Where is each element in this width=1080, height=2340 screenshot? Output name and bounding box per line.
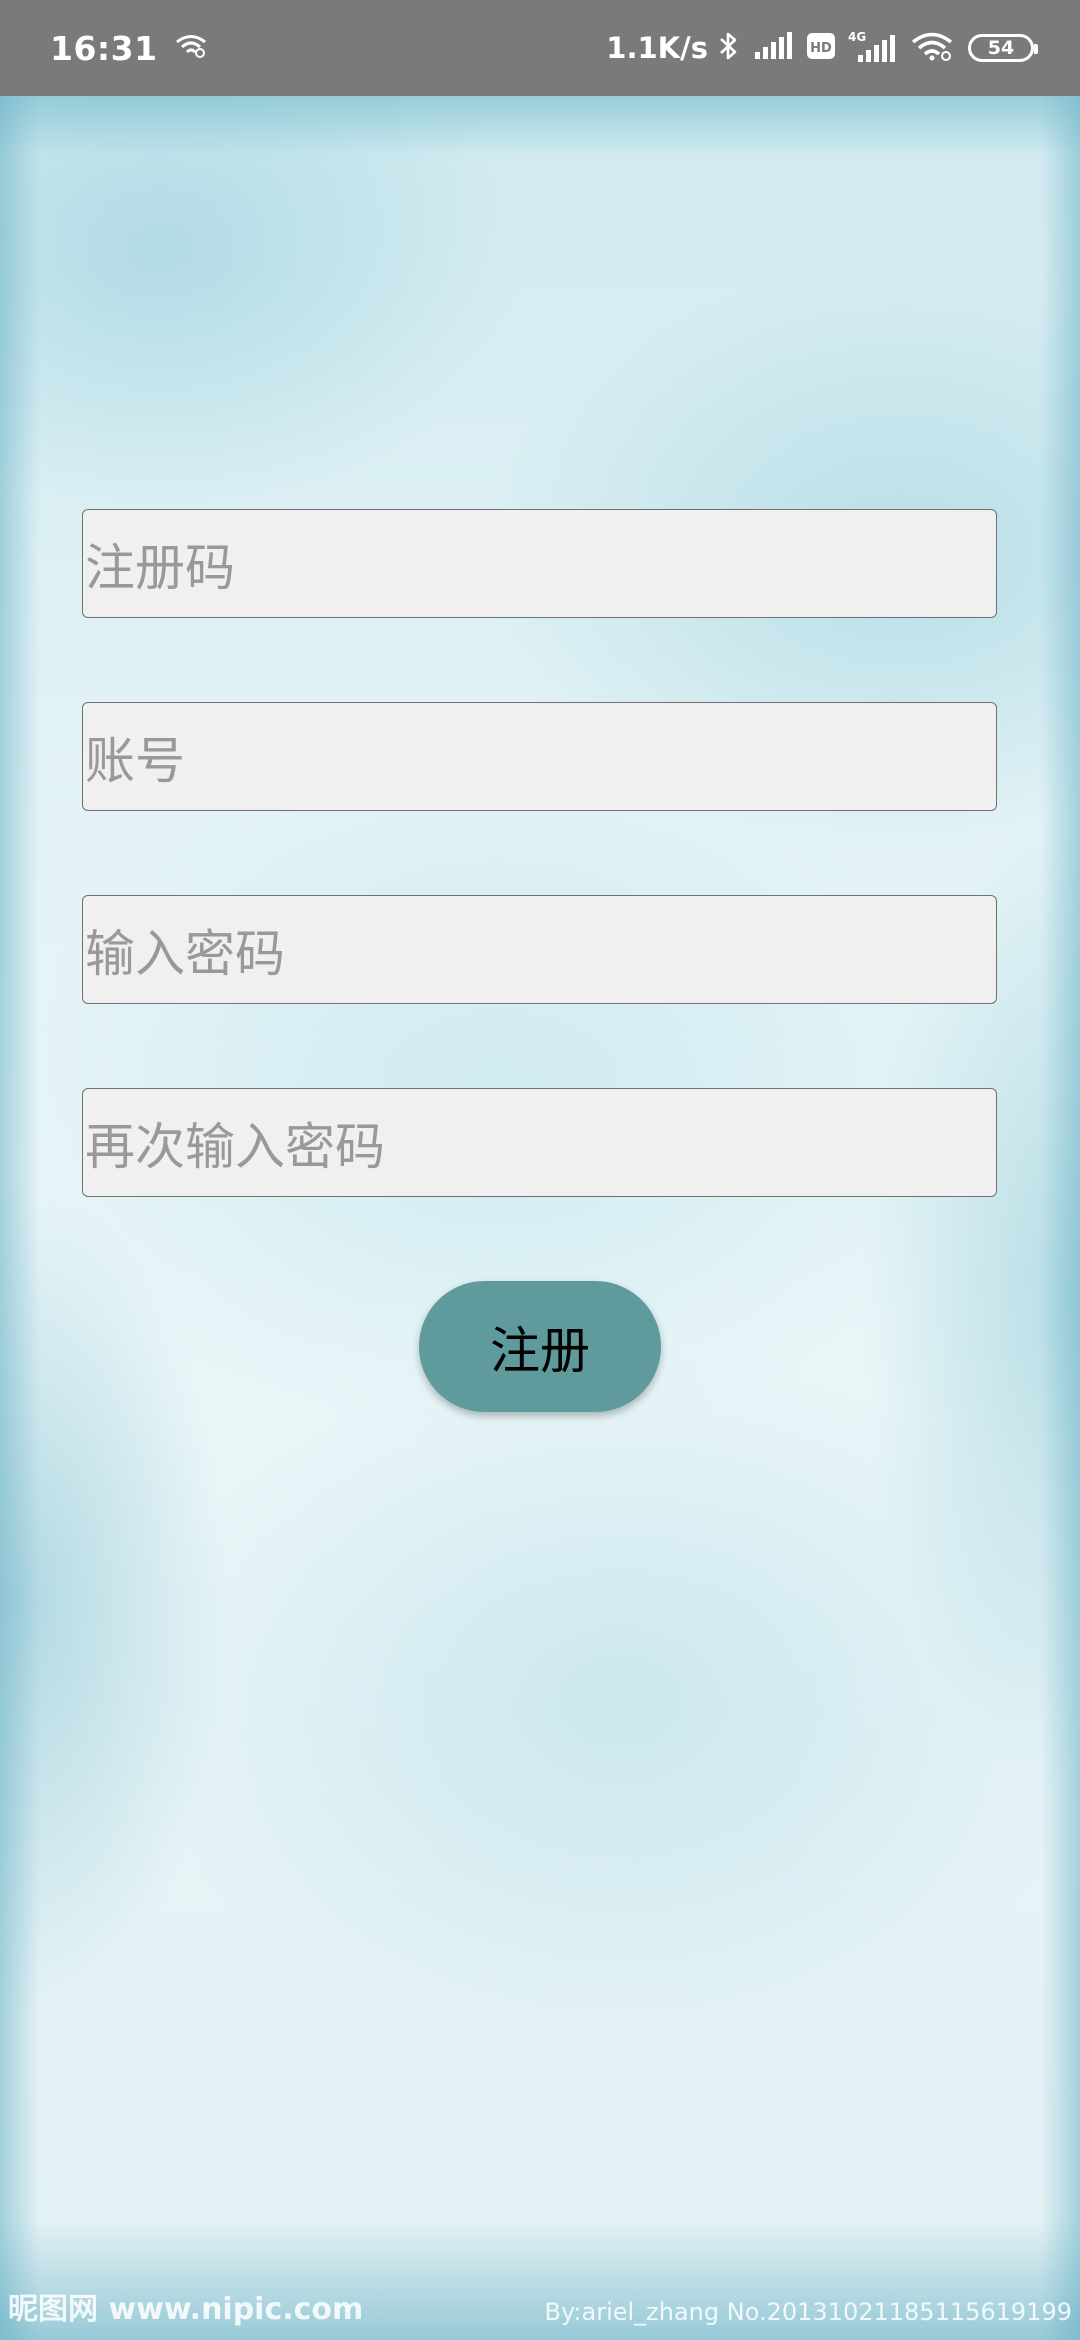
watercolor-edge-top (0, 96, 1080, 156)
screen: 16:31 1.1K/s HD 4G 54 注册码 账号 输入密码 再次输入密码… (0, 0, 1080, 2340)
watercolor-edge-left (0, 96, 40, 2340)
watermark-left: 昵图网 www.nipic.com (8, 2292, 364, 2327)
signal-icon (754, 32, 794, 64)
watermark-right: By:ariel_zhang No.20131021185115619199 (544, 2298, 1072, 2326)
account-input[interactable]: 账号 (82, 702, 997, 811)
password-placeholder: 输入密码 (85, 924, 285, 983)
4g-signal-icon: 4G (846, 29, 898, 67)
confirm-password-placeholder: 再次输入密码 (85, 1117, 385, 1176)
battery-level: 54 (987, 37, 1015, 59)
register-button-label: 注册 (490, 1321, 590, 1380)
status-time: 16:31 (50, 28, 158, 68)
confirm-password-input[interactable]: 再次输入密码 (82, 1088, 997, 1197)
watercolor-edge-right (1040, 96, 1080, 2340)
bluetooth-icon (718, 30, 740, 66)
svg-text:4G: 4G (848, 30, 866, 44)
register-button[interactable]: 注册 (419, 1281, 661, 1412)
wifi-icon (910, 31, 954, 65)
network-speed: 1.1K/s (606, 31, 708, 65)
registration-code-input[interactable]: 注册码 (82, 509, 997, 618)
wifi-hotspot-icon (174, 33, 208, 63)
svg-text:HD: HD (810, 41, 832, 56)
registration-code-placeholder: 注册码 (85, 538, 235, 597)
status-bar: 16:31 1.1K/s HD 4G 54 (0, 0, 1080, 96)
account-placeholder: 账号 (85, 731, 185, 790)
hd-icon: HD (806, 32, 836, 64)
battery-icon: 54 (968, 34, 1038, 62)
password-input[interactable]: 输入密码 (82, 895, 997, 1004)
